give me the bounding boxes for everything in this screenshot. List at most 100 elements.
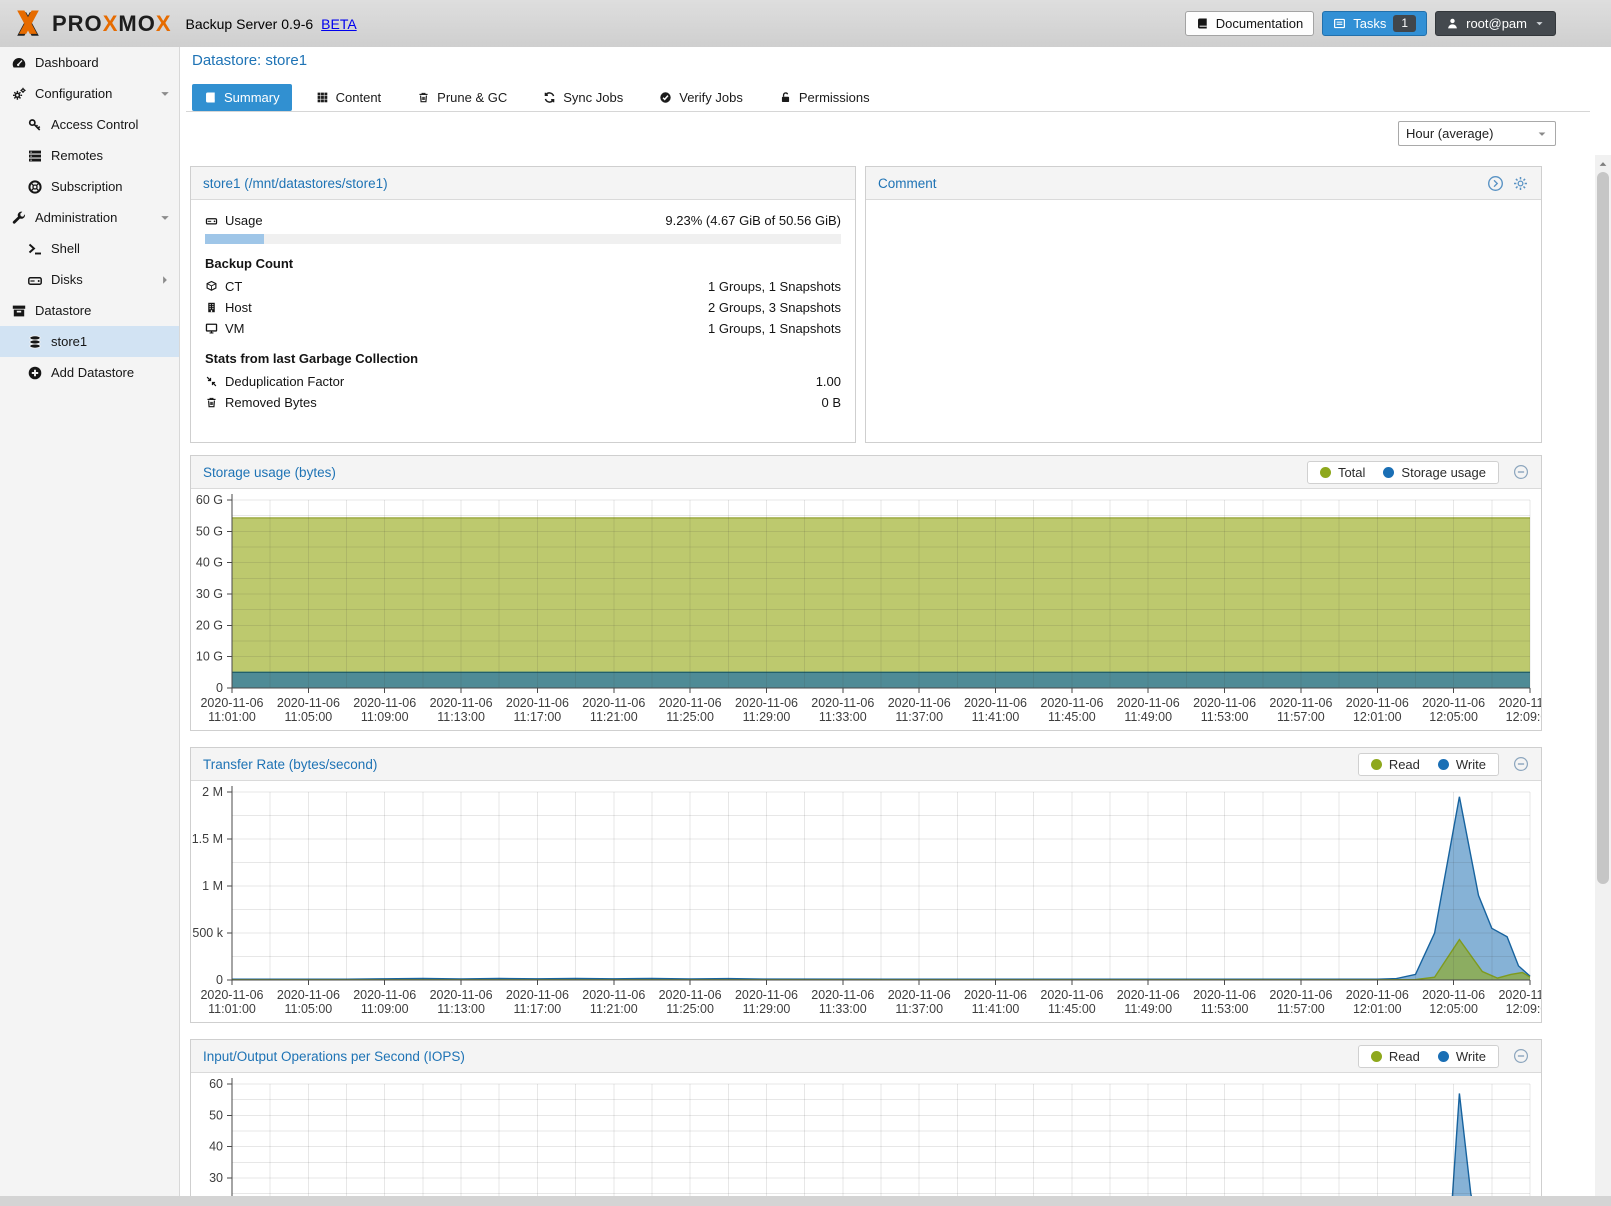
sidebar-item-label: Administration	[35, 210, 117, 225]
cube-icon	[205, 280, 218, 293]
sidebar-item-store1[interactable]: store1	[0, 326, 179, 357]
backup-row-ct: CT1 Groups, 1 Snapshots	[205, 276, 841, 297]
time-range-select[interactable]: Hour (average)	[1398, 121, 1556, 146]
sidebar-item-add-datastore[interactable]: Add Datastore	[0, 357, 179, 388]
sidebar-item-label: Subscription	[51, 179, 123, 194]
collapse-panel-icon[interactable]	[1513, 756, 1529, 772]
sidebar-item-remotes[interactable]: Remotes	[0, 140, 179, 171]
tab-content[interactable]: Content	[304, 84, 394, 111]
svg-text:2020-11-06: 2020-11-06	[1346, 988, 1409, 1002]
chart-legend: Read Write	[1358, 1045, 1499, 1068]
tab-permissions[interactable]: Permissions	[767, 84, 882, 111]
svg-text:11:37:00: 11:37:00	[895, 710, 943, 724]
rows-icon	[27, 148, 43, 164]
svg-text:2020-11-06: 2020-11-06	[735, 696, 798, 710]
sidebar-item-label: store1	[51, 334, 87, 349]
tab-verify-jobs[interactable]: Verify Jobs	[647, 84, 755, 111]
grid-icon	[316, 91, 329, 104]
svg-text:2020-11-06: 2020-11-06	[353, 988, 416, 1002]
sidebar-item-shell[interactable]: Shell	[0, 233, 179, 264]
sidebar-item-configuration[interactable]: Configuration	[0, 78, 179, 109]
tasks-button[interactable]: Tasks 1	[1322, 11, 1427, 36]
unlock-icon	[779, 91, 792, 104]
svg-text:11:29:00: 11:29:00	[743, 1002, 791, 1016]
beta-link[interactable]: BETA	[321, 16, 357, 32]
scrollbar-up-arrow[interactable]	[1595, 157, 1611, 171]
backup-count-heading: Backup Count	[205, 256, 841, 271]
svg-text:11:17:00: 11:17:00	[514, 710, 562, 724]
svg-text:30 G: 30 G	[196, 587, 223, 601]
sidebar-item-dashboard[interactable]: Dashboard	[0, 47, 179, 78]
chevron-down-icon[interactable]	[159, 88, 171, 100]
svg-text:2020-11-06: 2020-11-06	[1498, 988, 1541, 1002]
tab-sync-jobs[interactable]: Sync Jobs	[531, 84, 635, 111]
sidebar-item-disks[interactable]: Disks	[0, 264, 179, 295]
svg-text:11:05:00: 11:05:00	[285, 1002, 333, 1016]
iops-panel: Input/Output Operations per Second (IOPS…	[190, 1039, 1542, 1206]
book-icon	[1196, 17, 1209, 30]
legend-item-read[interactable]: Read	[1371, 1049, 1420, 1064]
svg-text:50 G: 50 G	[196, 524, 223, 538]
chevron-down-icon[interactable]	[159, 212, 171, 224]
tab-summary[interactable]: Summary	[192, 84, 292, 111]
sidebar-item-label: Access Control	[51, 117, 138, 132]
sidebar-item-datastore[interactable]: Datastore	[0, 295, 179, 326]
svg-text:11:49:00: 11:49:00	[1124, 1002, 1172, 1016]
svg-text:11:33:00: 11:33:00	[819, 1002, 867, 1016]
chevron-right-icon[interactable]	[159, 274, 171, 286]
tab-prune-gc[interactable]: Prune & GC	[405, 84, 519, 111]
svg-text:12:05:00: 12:05:00	[1429, 710, 1478, 724]
svg-text:1.5 M: 1.5 M	[192, 832, 223, 846]
svg-text:11:25:00: 11:25:00	[666, 710, 714, 724]
svg-text:2020-11-06: 2020-11-06	[1422, 696, 1485, 710]
chevron-down-icon	[1536, 128, 1548, 140]
svg-text:11:09:00: 11:09:00	[361, 710, 409, 724]
legend-item-read[interactable]: Read	[1371, 757, 1420, 772]
sidebar-item-access-control[interactable]: Access Control	[0, 109, 179, 140]
expand-circle-icon[interactable]	[1487, 175, 1504, 192]
svg-text:2020-11-06: 2020-11-06	[1117, 988, 1180, 1002]
svg-text:2020-11-06: 2020-11-06	[200, 696, 263, 710]
svg-text:11:13:00: 11:13:00	[437, 1002, 485, 1016]
proxmox-logo-mark	[10, 6, 46, 42]
page-title: Datastore: store1	[192, 52, 307, 69]
transfer-rate-plot: 0500 k1 M1.5 M2 M2020-11-0611:01:002020-…	[191, 781, 1541, 1022]
panel-body: Usage 9.23% (4.67 GiB of 50.56 GiB) Back…	[191, 200, 855, 423]
sidebar-item-label: Datastore	[35, 303, 91, 318]
brand-wordmark: PROXMOX	[52, 11, 172, 37]
scrollbar-thumb[interactable]	[1597, 172, 1609, 884]
svg-text:11:01:00: 11:01:00	[208, 710, 256, 724]
panel-header: Comment	[866, 167, 1541, 200]
collapse-panel-icon[interactable]	[1513, 464, 1529, 480]
svg-text:2020-11-06: 2020-11-06	[811, 696, 874, 710]
comment-body[interactable]	[866, 200, 1541, 443]
legend-item-storage-usage[interactable]: Storage usage	[1383, 465, 1486, 480]
svg-text:11:21:00: 11:21:00	[590, 710, 638, 724]
legend-item-write[interactable]: Write	[1438, 757, 1486, 772]
trash-icon	[417, 91, 430, 104]
wrench-icon	[11, 210, 27, 226]
chart-legend: Total Storage usage	[1307, 461, 1499, 484]
svg-text:2020-11-06: 2020-11-06	[659, 988, 722, 1002]
documentation-button[interactable]: Documentation	[1185, 11, 1314, 36]
svg-text:2020-11-06: 2020-11-06	[1117, 696, 1180, 710]
svg-text:2020-11-06: 2020-11-06	[1422, 988, 1485, 1002]
sidebar-item-administration[interactable]: Administration	[0, 202, 179, 233]
sidebar-item-subscription[interactable]: Subscription	[0, 171, 179, 202]
collapse-panel-icon[interactable]	[1513, 1048, 1529, 1064]
svg-text:2020-11-06: 2020-11-06	[1193, 696, 1256, 710]
database-icon	[27, 334, 43, 350]
hdd-icon	[205, 214, 218, 227]
svg-text:11:45:00: 11:45:00	[1048, 1002, 1096, 1016]
bottom-strip	[0, 1196, 1611, 1206]
legend-item-write[interactable]: Write	[1438, 1049, 1486, 1064]
vertical-scrollbar[interactable]	[1595, 155, 1611, 1196]
panel-title: Comment	[878, 176, 1487, 191]
legend-item-total[interactable]: Total	[1320, 465, 1365, 480]
chevron-down-icon	[1534, 18, 1545, 29]
svg-text:11:41:00: 11:41:00	[972, 1002, 1020, 1016]
user-menu-button[interactable]: root@pam	[1435, 11, 1556, 36]
gear-icon[interactable]	[1512, 175, 1529, 192]
svg-text:12:01:00: 12:01:00	[1353, 1002, 1402, 1016]
storage-usage-plot: 010 G20 G30 G40 G50 G60 G2020-11-0611:01…	[191, 489, 1541, 730]
